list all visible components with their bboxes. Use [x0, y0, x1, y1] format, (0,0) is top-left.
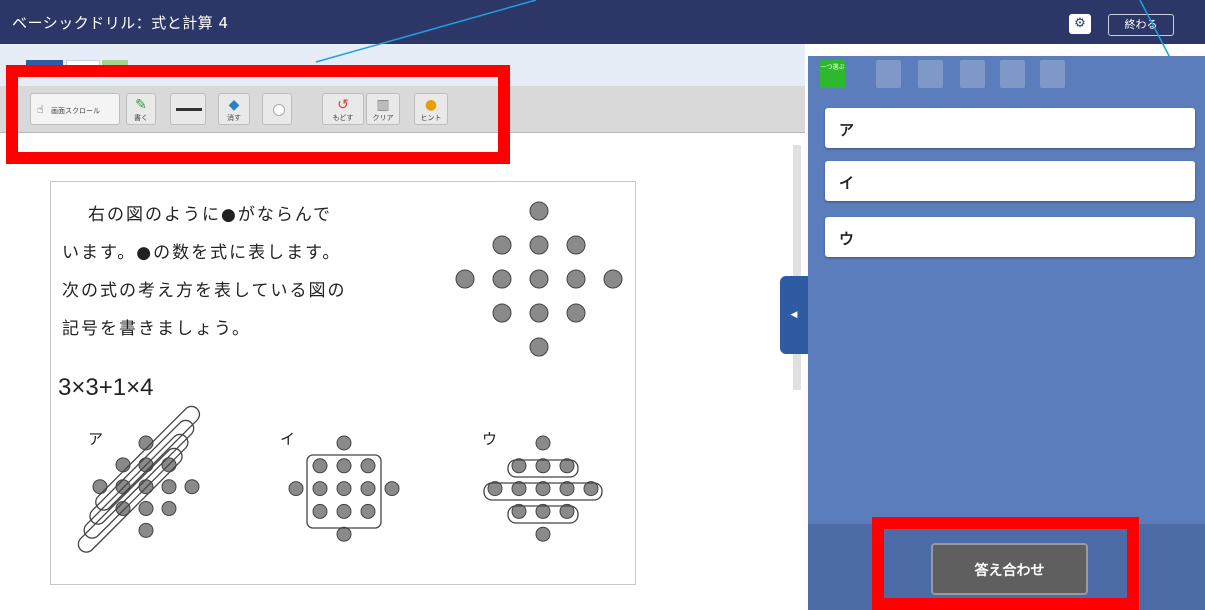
dot — [535, 481, 551, 497]
callout-line — [315, 0, 537, 63]
dot — [492, 303, 512, 323]
dot — [535, 435, 551, 451]
dot — [288, 481, 304, 497]
dot — [511, 481, 527, 497]
dot — [529, 201, 549, 221]
dot — [559, 458, 575, 474]
dot — [566, 235, 586, 255]
tab-choose-one-label: 一つ選ぶ — [820, 64, 845, 71]
dot — [492, 235, 512, 255]
dot — [384, 481, 400, 497]
figure-u — [483, 435, 603, 542]
dot — [603, 269, 623, 289]
dot — [138, 522, 154, 538]
dot — [529, 269, 549, 289]
dot — [566, 303, 586, 323]
answer-option-i[interactable]: イ — [825, 161, 1195, 201]
tab-4[interactable] — [960, 60, 985, 88]
dot — [360, 503, 376, 519]
dot — [529, 337, 549, 357]
dot — [455, 269, 475, 289]
dot — [138, 501, 154, 517]
dot — [566, 269, 586, 289]
dot — [312, 481, 328, 497]
answer-option-a[interactable]: ア — [825, 108, 1195, 148]
dot — [312, 458, 328, 474]
dot — [336, 435, 352, 451]
tab-6[interactable] — [1040, 60, 1065, 88]
collapse-panel-button[interactable]: ◀ — [780, 276, 808, 354]
dot — [336, 503, 352, 519]
dot — [511, 458, 527, 474]
dot — [360, 458, 376, 474]
dot — [535, 458, 551, 474]
dot — [492, 269, 512, 289]
answer-label: ウ — [839, 230, 855, 248]
answer-option-u[interactable]: ウ — [825, 217, 1195, 257]
tab-5[interactable] — [1000, 60, 1025, 88]
figure-a — [77, 405, 201, 553]
dot — [92, 479, 108, 495]
dot — [161, 479, 177, 495]
dot — [336, 526, 352, 542]
tab-3[interactable] — [918, 60, 943, 88]
dot — [535, 526, 551, 542]
dot — [529, 235, 549, 255]
tab-choose-one[interactable]: 一つ選ぶ — [820, 60, 845, 88]
dot — [360, 481, 376, 497]
dot — [184, 479, 200, 495]
tab-2[interactable] — [876, 60, 901, 88]
dot — [336, 481, 352, 497]
dot — [115, 457, 131, 473]
answer-label: イ — [839, 174, 855, 192]
dot — [161, 501, 177, 517]
answer-label: ア — [839, 121, 855, 139]
check-button-highlight-box — [872, 517, 1139, 610]
dot — [312, 503, 328, 519]
dot — [559, 481, 575, 497]
dot — [529, 303, 549, 323]
dot — [336, 458, 352, 474]
figure-i — [288, 435, 400, 542]
main-dot-diagram — [455, 201, 623, 357]
